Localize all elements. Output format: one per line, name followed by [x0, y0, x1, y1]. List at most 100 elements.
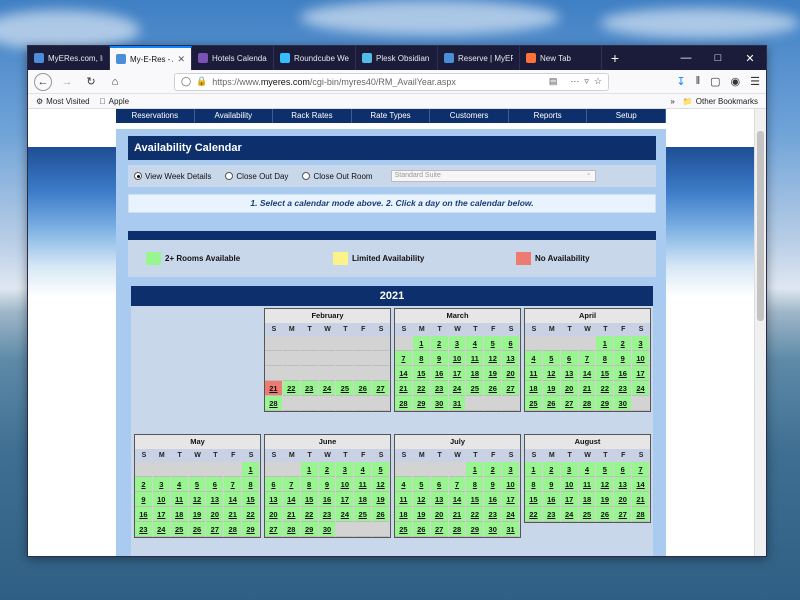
- calendar-day[interactable]: 9: [430, 351, 448, 366]
- forward-icon[interactable]: →: [58, 73, 76, 91]
- calendar-day[interactable]: 15: [596, 366, 614, 381]
- calendar-day[interactable]: 16: [484, 492, 502, 507]
- calendar-day[interactable]: 25: [395, 522, 412, 537]
- calendar-day[interactable]: 21: [265, 381, 282, 396]
- calendar-day[interactable]: 3: [336, 462, 354, 477]
- calendar-day[interactable]: 14: [224, 492, 242, 507]
- calendar-day[interactable]: 23: [614, 381, 632, 396]
- sidebar-icon[interactable]: ▢: [710, 75, 720, 88]
- calendar-day[interactable]: 2: [614, 336, 632, 351]
- new-tab-button[interactable]: +: [602, 46, 628, 70]
- calendar-day[interactable]: 1: [242, 462, 259, 477]
- calendar-day[interactable]: 2: [542, 462, 560, 477]
- overflow-chevron-icon[interactable]: »: [670, 97, 674, 106]
- bookmark-star-icon[interactable]: ☆: [594, 76, 602, 87]
- calendar-day[interactable]: 21: [632, 492, 649, 507]
- calendar-day[interactable]: 8: [412, 351, 430, 366]
- nav-item-customers[interactable]: Customers: [430, 109, 509, 123]
- calendar-day[interactable]: 27: [265, 522, 282, 537]
- more-actions-icon[interactable]: ⋯: [570, 76, 579, 87]
- calendar-day[interactable]: 23: [542, 507, 560, 522]
- calendar-day[interactable]: 12: [372, 477, 389, 492]
- calendar-day[interactable]: 28: [632, 507, 649, 522]
- calendar-day[interactable]: 9: [542, 477, 560, 492]
- calendar-day[interactable]: 28: [448, 522, 466, 537]
- calendar-day[interactable]: 16: [318, 492, 336, 507]
- calendar-day[interactable]: 20: [206, 507, 224, 522]
- calendar-day[interactable]: 24: [560, 507, 578, 522]
- nav-item-reports[interactable]: Reports: [509, 109, 588, 123]
- calendar-day[interactable]: 3: [502, 462, 519, 477]
- menu-icon[interactable]: ☰: [750, 75, 760, 88]
- calendar-day[interactable]: 15: [525, 492, 542, 507]
- calendar-day[interactable]: 29: [300, 522, 318, 537]
- mode-radio-close-out-day[interactable]: Close Out Day: [225, 172, 288, 181]
- calendar-day[interactable]: 8: [300, 477, 318, 492]
- calendar-day[interactable]: 14: [578, 366, 596, 381]
- calendar-day[interactable]: 18: [578, 492, 596, 507]
- calendar-day[interactable]: 24: [152, 522, 170, 537]
- calendar-day[interactable]: 5: [484, 336, 502, 351]
- calendar-day[interactable]: 27: [430, 522, 448, 537]
- calendar-day[interactable]: 27: [206, 522, 224, 537]
- calendar-day[interactable]: 25: [336, 381, 354, 396]
- calendar-day[interactable]: 15: [466, 492, 484, 507]
- calendar-day[interactable]: 16: [542, 492, 560, 507]
- calendar-day[interactable]: 30: [614, 396, 632, 411]
- calendar-day[interactable]: 26: [596, 507, 614, 522]
- calendar-day[interactable]: 12: [484, 351, 502, 366]
- calendar-day[interactable]: 9: [318, 477, 336, 492]
- calendar-day[interactable]: 4: [525, 351, 542, 366]
- calendar-day[interactable]: 6: [502, 336, 519, 351]
- calendar-day[interactable]: 17: [152, 507, 170, 522]
- calendar-day[interactable]: 16: [135, 507, 152, 522]
- calendar-day[interactable]: 18: [395, 507, 412, 522]
- download-icon[interactable]: ↧: [676, 75, 685, 88]
- calendar-day[interactable]: 22: [466, 507, 484, 522]
- calendar-day[interactable]: 3: [632, 336, 649, 351]
- calendar-day[interactable]: 26: [372, 507, 389, 522]
- calendar-day[interactable]: 19: [484, 366, 502, 381]
- calendar-day[interactable]: 10: [632, 351, 649, 366]
- calendar-day[interactable]: 26: [484, 381, 502, 396]
- calendar-day[interactable]: 19: [596, 492, 614, 507]
- calendar-day[interactable]: 10: [448, 351, 466, 366]
- browser-tab[interactable]: New Tab: [520, 46, 602, 70]
- calendar-day[interactable]: 7: [282, 477, 300, 492]
- account-icon[interactable]: ◉: [731, 75, 741, 88]
- calendar-day[interactable]: 24: [502, 507, 519, 522]
- calendar-day[interactable]: 25: [170, 522, 188, 537]
- calendar-day[interactable]: 21: [224, 507, 242, 522]
- calendar-day[interactable]: 3: [448, 336, 466, 351]
- url-bar[interactable]: ◯ 🔒 https://www.myeres.com/cgi-bin/myres…: [174, 72, 609, 91]
- calendar-day[interactable]: 23: [300, 381, 318, 396]
- calendar-day[interactable]: 7: [448, 477, 466, 492]
- calendar-day[interactable]: 19: [412, 507, 430, 522]
- calendar-day[interactable]: 28: [224, 522, 242, 537]
- calendar-day[interactable]: 27: [614, 507, 632, 522]
- calendar-day[interactable]: 1: [596, 336, 614, 351]
- calendar-day[interactable]: 23: [484, 507, 502, 522]
- calendar-day[interactable]: 13: [265, 492, 282, 507]
- calendar-day[interactable]: 29: [412, 396, 430, 411]
- calendar-day[interactable]: 7: [578, 351, 596, 366]
- calendar-day[interactable]: 20: [265, 507, 282, 522]
- nav-item-rate-types[interactable]: Rate Types: [352, 109, 431, 123]
- calendar-day[interactable]: 9: [484, 477, 502, 492]
- reader-view-icon[interactable]: ▤: [549, 76, 558, 87]
- calendar-day[interactable]: 15: [412, 366, 430, 381]
- calendar-day[interactable]: 25: [578, 507, 596, 522]
- minimize-icon[interactable]: —: [670, 46, 702, 70]
- calendar-day[interactable]: 29: [242, 522, 259, 537]
- calendar-day[interactable]: 28: [395, 396, 412, 411]
- calendar-day[interactable]: 17: [632, 366, 649, 381]
- calendar-day[interactable]: 14: [632, 477, 649, 492]
- calendar-day[interactable]: 3: [152, 477, 170, 492]
- maximize-icon[interactable]: □: [702, 46, 734, 70]
- calendar-day[interactable]: 25: [525, 396, 542, 411]
- calendar-day[interactable]: 27: [560, 396, 578, 411]
- calendar-day[interactable]: 18: [525, 381, 542, 396]
- calendar-day[interactable]: 8: [596, 351, 614, 366]
- calendar-day[interactable]: 4: [354, 462, 372, 477]
- calendar-day[interactable]: 22: [412, 381, 430, 396]
